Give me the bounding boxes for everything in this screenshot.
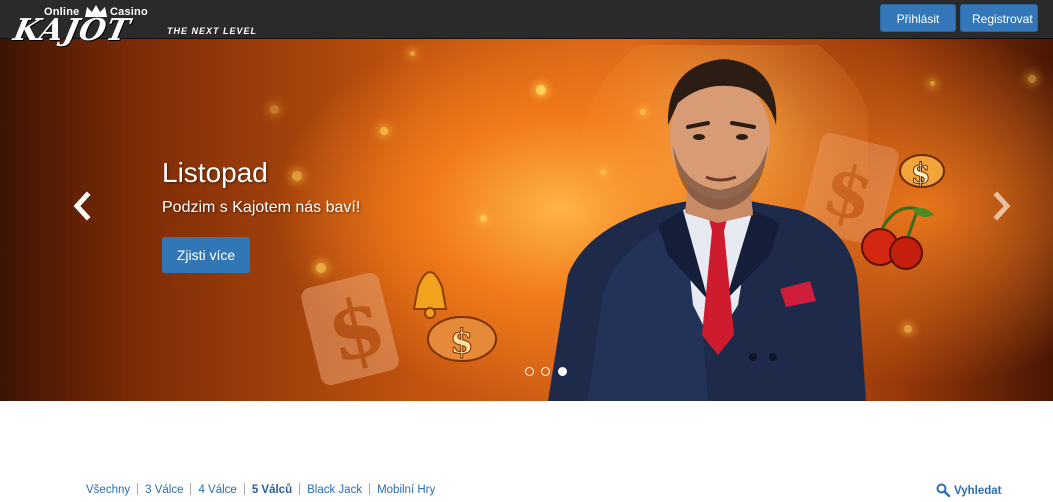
slot-symbols-left: $ $	[301, 271, 497, 386]
logo-brand-text: KAJOT	[10, 13, 134, 48]
hero-carousel: $ $ $ $	[0, 39, 1053, 401]
category-5-reels[interactable]: 5 Válců	[252, 484, 292, 496]
hero-subtitle: Podzim s Kajotem nás baví!	[162, 199, 361, 216]
carousel-dot-1[interactable]	[525, 367, 534, 376]
separator	[369, 483, 371, 495]
category-mobile-games[interactable]: Mobilní Hry	[377, 484, 435, 496]
bokeh-light	[930, 81, 935, 86]
game-category-nav: Všechny 3 Válce 4 Válce 5 Válců Black Jack Mo…	[86, 483, 435, 496]
chevron-right-icon[interactable]	[990, 191, 1014, 221]
carousel-indicators	[525, 363, 570, 376]
search-icon	[936, 483, 951, 498]
separator	[299, 483, 301, 495]
bokeh-light	[410, 51, 415, 56]
separator	[243, 483, 245, 495]
chevron-left-icon[interactable]	[70, 191, 94, 221]
category-black-jack[interactable]: Black Jack	[307, 484, 362, 496]
register-button[interactable]: Registrovat	[960, 4, 1038, 32]
tagline: THE NEXT LEVEL	[167, 26, 258, 36]
svg-text:$: $	[450, 322, 474, 362]
category-all[interactable]: Všechny	[86, 484, 130, 496]
category-3-reels[interactable]: 3 Válce	[145, 484, 183, 496]
bokeh-light	[380, 127, 388, 135]
separator	[190, 483, 192, 495]
search-label: Vyhledat	[954, 485, 1002, 497]
hero-title: Listopad	[162, 157, 268, 188]
separator	[137, 483, 139, 495]
learn-more-button[interactable]: Zjisti více	[162, 237, 250, 273]
bokeh-light	[480, 215, 487, 222]
kajot-logo[interactable]: Online Casino KAJOT	[10, 5, 164, 52]
hero-model-image	[548, 45, 868, 401]
bokeh-light	[270, 105, 279, 114]
login-button[interactable]: Přihlásit se	[880, 4, 956, 54]
search-link[interactable]: Vyhledat	[936, 483, 1002, 498]
bokeh-light	[292, 171, 302, 181]
category-4-reels[interactable]: 4 Válce	[198, 484, 236, 496]
bokeh-light	[1028, 75, 1036, 83]
top-bar: Online Casino KAJOT THE NEXT LEVEL Přihl…	[0, 0, 1053, 54]
bokeh-light	[536, 85, 546, 95]
svg-text:$: $	[911, 157, 930, 190]
carousel-dot-3[interactable]	[557, 367, 567, 376]
bokeh-light	[904, 325, 912, 333]
